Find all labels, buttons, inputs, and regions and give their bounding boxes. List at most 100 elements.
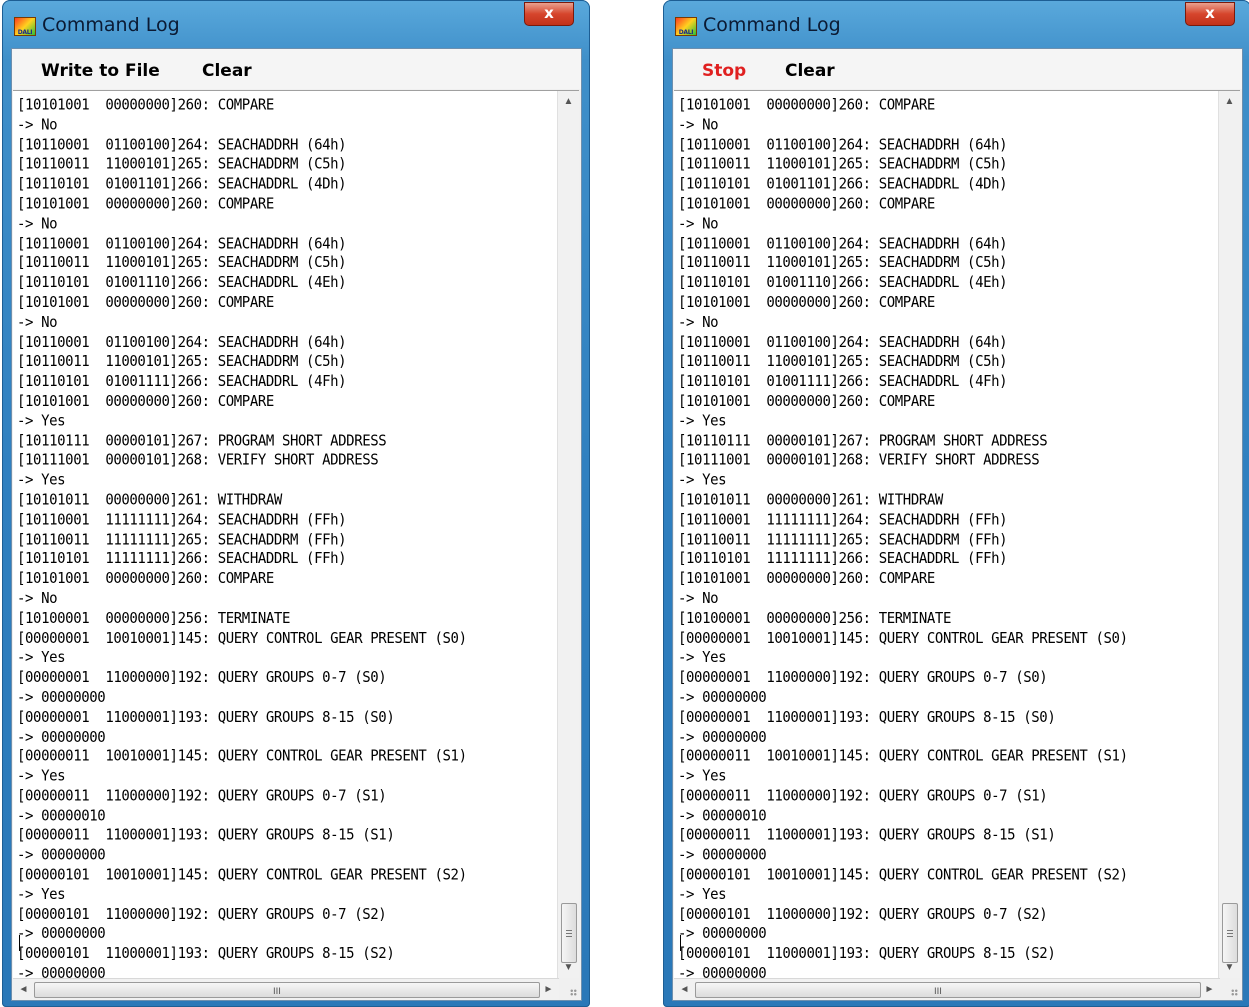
log-line: [00000101 11000001]193: QUERY GROUPS 8-1…	[17, 945, 395, 963]
log-line: [10110101 11111111]266: SEACHADDRL (FFh)	[678, 550, 1008, 568]
vertical-scroll-thumb[interactable]	[1222, 903, 1238, 963]
log-line: -> No	[678, 116, 719, 134]
vertical-scrollbar[interactable]: ▲ ▼	[1218, 91, 1240, 978]
horizontal-scrollbar[interactable]: ◄ III ►	[674, 978, 1220, 1000]
close-button[interactable]: x	[1185, 2, 1235, 26]
log-line: [10110011 11000101]265: SEACHADDRM (C5h)	[17, 254, 347, 272]
log-line: -> Yes	[678, 768, 727, 785]
scroll-down-icon[interactable]: ▼	[1219, 957, 1240, 978]
log-line: [10110101 01001111]266: SEACHADDRL (4Fh)	[17, 373, 347, 391]
log-line: -> 00000000	[678, 728, 767, 746]
hscroll-grip-icon: III	[273, 987, 281, 997]
horizontal-scroll-thumb[interactable]: III	[695, 982, 1201, 998]
size-grip-icon[interactable]	[1221, 979, 1242, 1000]
log-line: [10110101 01001110]266: SEACHADDRL (4Eh)	[678, 274, 1008, 292]
log-line: -> 00000000	[17, 965, 106, 978]
stop-menu[interactable]: Stop	[702, 61, 746, 81]
close-button[interactable]: x	[524, 2, 574, 26]
write-to-file-menu[interactable]: Write to File	[41, 61, 160, 81]
log-line: [10101001 00000000]260: COMPARE	[17, 570, 274, 588]
log-line: [10110011 11000101]265: SEACHADDRM (C5h)	[678, 156, 1008, 174]
horizontal-scrollbar[interactable]: ◄ III ►	[13, 978, 559, 1000]
log-line: [00000011 11000001]193: QUERY GROUPS 8-1…	[678, 827, 1056, 845]
log-line: -> No	[17, 116, 58, 134]
log-line: [10100001 00000000]256: TERMINATE	[17, 610, 290, 628]
hscroll-grip-icon: III	[934, 987, 942, 997]
window-title: Command Log	[703, 14, 841, 36]
log-line: [10110001 01100100]264: SEACHADDRH (64h)	[17, 235, 347, 253]
log-line: [00000001 11000001]193: QUERY GROUPS 8-1…	[678, 708, 1056, 726]
log-line: [10110101 01001110]266: SEACHADDRL (4Eh)	[17, 274, 347, 292]
log-line: [10101001 00000000]260: COMPARE	[17, 195, 274, 213]
log-line: [10110001 01100100]264: SEACHADDRH (64h)	[17, 136, 347, 154]
log-line: [10110011 11000101]265: SEACHADDRM (C5h)	[678, 254, 1008, 272]
log-line: [10110011 11000101]265: SEACHADDRM (C5h)	[17, 353, 347, 371]
scroll-up-icon[interactable]: ▲	[1219, 91, 1240, 112]
dali-app-icon: DALI	[675, 17, 697, 36]
log-line: [00000101 11000000]192: QUERY GROUPS 0-7…	[17, 906, 387, 924]
log-line: -> No	[17, 314, 58, 331]
log-line: [00000011 11000001]193: QUERY GROUPS 8-1…	[17, 827, 395, 845]
scroll-right-icon[interactable]: ►	[1199, 979, 1220, 1000]
size-grip-icon[interactable]	[560, 979, 581, 1000]
log-line: [10110001 01100100]264: SEACHADDRH (64h)	[678, 333, 1008, 351]
log-line: [10101001 00000000]260: COMPARE	[678, 570, 935, 588]
log-line: -> Yes	[17, 412, 66, 430]
vertical-scroll-thumb[interactable]	[561, 903, 577, 963]
command-log-window-left: DALI Command Log x Write to File Clear […	[2, 0, 590, 1007]
log-line: -> 00000000	[678, 925, 767, 943]
log-line: [10110111 00000101]267: PROGRAM SHORT AD…	[678, 432, 1048, 450]
log-lines: [10101001 00000000]260: COMPARE -> No [101…	[678, 96, 1214, 978]
log-line: -> 00000000	[678, 689, 767, 706]
log-line: -> 00000010	[678, 807, 767, 825]
log-line: -> Yes	[678, 472, 727, 489]
title-bar[interactable]: DALI Command Log x	[2, 0, 590, 48]
log-line: -> Yes	[17, 886, 66, 904]
log-line: [00000011 10010001]145: QUERY CONTROL GE…	[678, 748, 1128, 766]
log-line: [10101001 00000000]260: COMPARE	[17, 294, 274, 312]
log-line: [10110001 01100100]264: SEACHADDRH (64h)	[678, 136, 1008, 154]
log-line: [10110011 11111111]265: SEACHADDRM (FFh)	[17, 531, 347, 549]
log-line: [10101001 00000000]260: COMPARE	[17, 97, 274, 114]
log-line: -> Yes	[678, 649, 727, 667]
log-line: [10110001 11111111]264: SEACHADDRH (FFh)	[678, 511, 1008, 529]
log-line: -> 00000000	[17, 925, 106, 943]
log-text-area[interactable]: [10101001 00000000]260: COMPARE -> No [101…	[674, 90, 1240, 978]
log-line: [00000101 11000000]192: QUERY GROUPS 0-7…	[678, 906, 1048, 924]
log-text-area[interactable]: [10101001 00000000]260: COMPARE -> No [101…	[13, 90, 579, 978]
log-line: [10101001 00000000]260: COMPARE	[17, 393, 274, 410]
command-log-window-right: DALI Command Log x Stop Clear [10101001 …	[663, 0, 1249, 1007]
log-lines: [10101001 00000000]260: COMPARE -> No [101…	[17, 96, 553, 978]
log-line: [00000101 10010001]145: QUERY CONTROL GE…	[678, 866, 1128, 884]
log-line: [10111001 00000101]268: VERIFY SHORT ADD…	[678, 452, 1040, 470]
clear-menu[interactable]: Clear	[785, 61, 835, 81]
log-line: -> 00000000	[17, 728, 106, 746]
horizontal-scroll-thumb[interactable]: III	[34, 982, 540, 998]
log-line: -> No	[678, 590, 719, 608]
log-line: -> No	[678, 215, 719, 233]
log-line: [00000011 11000000]192: QUERY GROUPS 0-7…	[678, 787, 1048, 805]
log-line: [10110001 01100100]264: SEACHADDRH (64h)	[17, 333, 347, 351]
vertical-scrollbar[interactable]: ▲ ▼	[557, 91, 579, 978]
title-bar[interactable]: DALI Command Log x	[663, 0, 1249, 48]
log-line: [10110011 11000101]265: SEACHADDRM (C5h)	[678, 353, 1008, 371]
log-line: [10110111 00000101]267: PROGRAM SHORT AD…	[17, 432, 387, 450]
scroll-up-icon[interactable]: ▲	[558, 91, 579, 112]
clear-menu[interactable]: Clear	[202, 61, 252, 81]
log-line: [10101011 00000000]261: WITHDRAW	[17, 491, 282, 509]
log-line: -> Yes	[678, 886, 727, 904]
log-line: [10110101 01001101]266: SEACHADDRL (4Dh)	[678, 175, 1008, 193]
scroll-left-icon[interactable]: ◄	[13, 979, 34, 1000]
scroll-down-icon[interactable]: ▼	[558, 957, 579, 978]
log-line: -> No	[17, 590, 58, 608]
log-line: [10110011 11111111]265: SEACHADDRM (FFh)	[678, 531, 1008, 549]
client-area: Write to File Clear [10101001 00000000]2…	[11, 48, 582, 1001]
scroll-right-icon[interactable]: ►	[538, 979, 559, 1000]
log-line: [00000101 11000001]193: QUERY GROUPS 8-1…	[678, 945, 1056, 963]
log-line: -> 00000000	[17, 847, 106, 864]
log-line: -> No	[17, 215, 58, 233]
menu-bar: Stop Clear	[673, 49, 1242, 89]
log-line: -> Yes	[17, 768, 66, 785]
scroll-left-icon[interactable]: ◄	[674, 979, 695, 1000]
log-line: -> No	[678, 314, 719, 331]
